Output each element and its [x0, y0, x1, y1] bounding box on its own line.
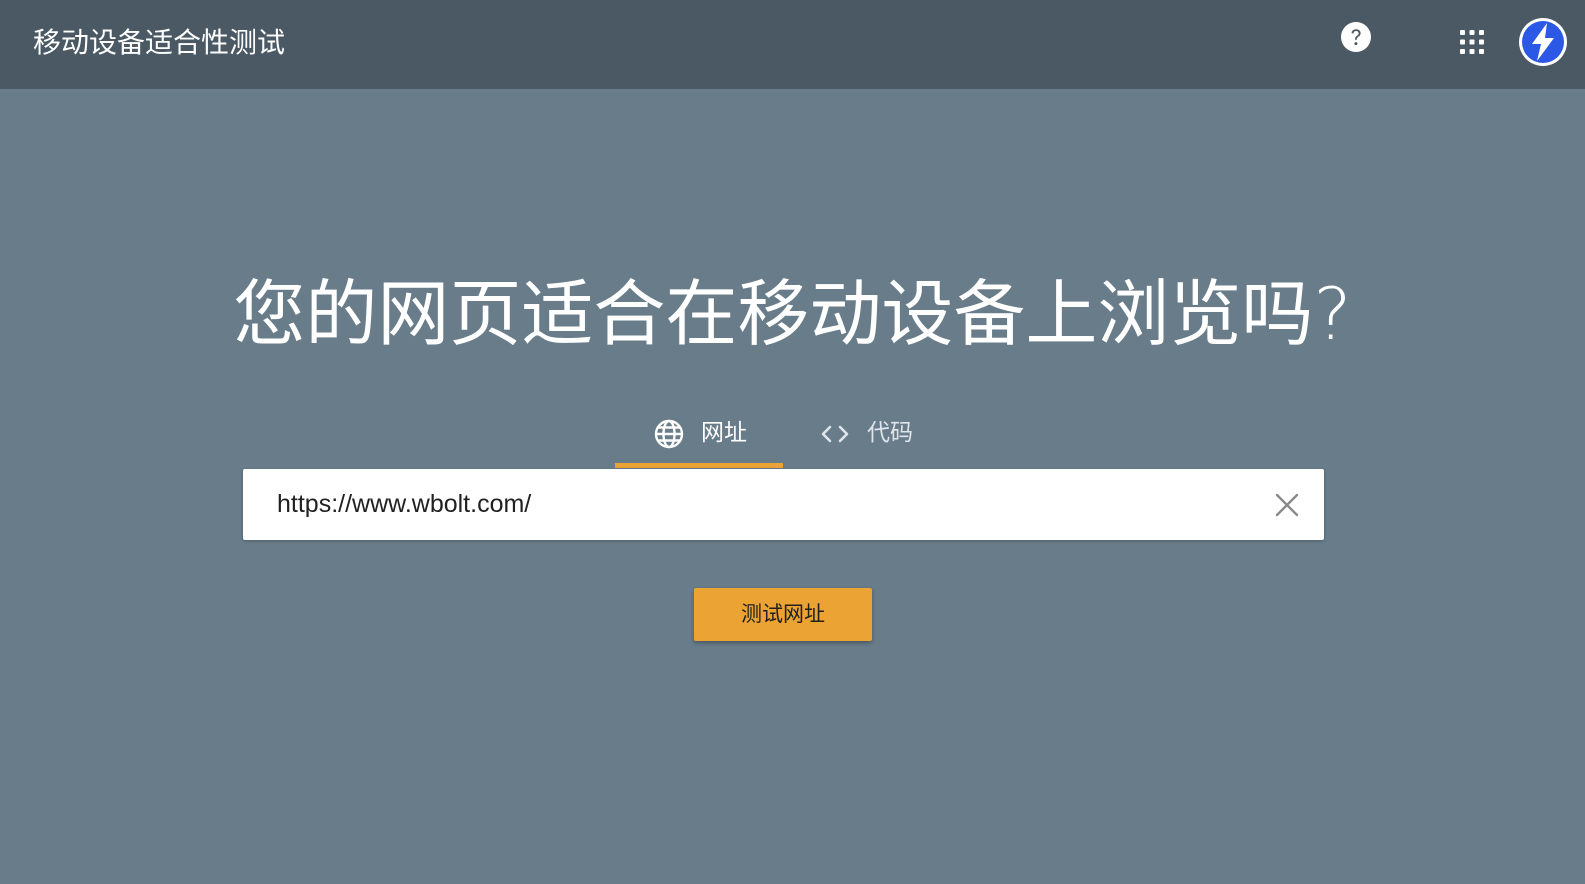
- apps-button[interactable]: [1458, 28, 1486, 56]
- tab-code-label: 代码: [867, 420, 913, 446]
- url-input[interactable]: [277, 483, 1237, 525]
- apps-grid-icon: [1460, 30, 1484, 54]
- url-field-container: [243, 469, 1324, 540]
- help-circle-icon: [1341, 22, 1371, 52]
- close-icon: [1275, 493, 1299, 517]
- tab-code[interactable]: 代码: [805, 408, 935, 468]
- clear-input-button[interactable]: [1273, 491, 1301, 519]
- code-brackets-icon: [821, 425, 849, 443]
- account-avatar[interactable]: [1518, 17, 1568, 67]
- app-title: 移动设备适合性测试: [33, 26, 286, 59]
- page-headline: 您的网页适合在移动设备上浏览吗?: [233, 272, 1352, 356]
- help-button[interactable]: [1340, 21, 1372, 53]
- test-url-button[interactable]: 测试网址: [694, 588, 872, 641]
- tab-selected-indicator: [615, 463, 783, 468]
- tab-url-label: 网址: [701, 420, 747, 446]
- globe-icon: [654, 419, 684, 449]
- top-app-bar: 移动设备适合性测试: [0, 0, 1585, 89]
- tab-url[interactable]: 网址: [615, 408, 783, 468]
- lightning-bolt-avatar-icon: [1519, 18, 1567, 66]
